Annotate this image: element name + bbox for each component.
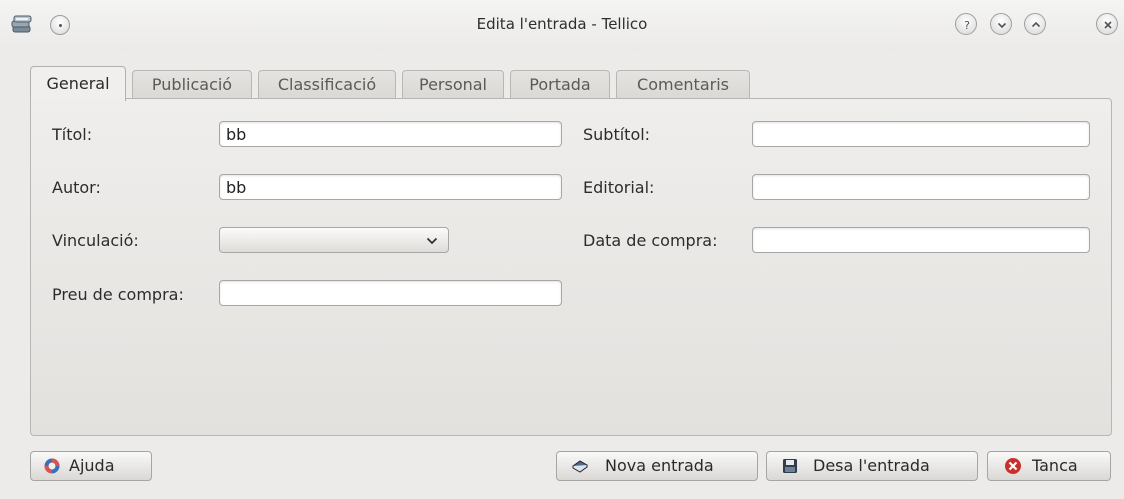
tab-general[interactable]: General bbox=[30, 66, 126, 101]
close-icon[interactable] bbox=[1096, 13, 1118, 35]
svg-text:?: ? bbox=[964, 19, 970, 31]
general-tab-panel bbox=[30, 98, 1112, 436]
editorial-label: Editorial: bbox=[583, 178, 655, 197]
chevron-down-icon bbox=[426, 237, 438, 245]
preu-compra-label: Preu de compra: bbox=[52, 285, 184, 304]
subtitol-field[interactable] bbox=[752, 121, 1090, 147]
subtitol-label: Subtítol: bbox=[583, 125, 651, 144]
data-compra-label: Data de compra: bbox=[583, 231, 718, 250]
vinculacio-select[interactable] bbox=[219, 227, 449, 253]
tab-portada[interactable]: Portada bbox=[510, 70, 610, 100]
autor-label: Autor: bbox=[52, 178, 101, 197]
tab-comentaris[interactable]: Comentaris bbox=[616, 70, 750, 100]
titol-label: Títol: bbox=[52, 125, 93, 144]
titol-field[interactable] bbox=[219, 121, 562, 147]
close-button[interactable]: Tanca bbox=[987, 451, 1111, 481]
editorial-field[interactable] bbox=[752, 174, 1090, 200]
close-button-label: Tanca bbox=[1032, 456, 1078, 475]
help-button[interactable]: Ajuda bbox=[30, 451, 152, 481]
help-lifebuoy-icon bbox=[44, 458, 60, 474]
help-button-label: Ajuda bbox=[69, 456, 115, 475]
new-entry-button[interactable]: Nova entrada bbox=[556, 451, 758, 481]
question-icon[interactable]: ? bbox=[955, 13, 977, 35]
save-entry-button[interactable]: Desa l'entrada bbox=[766, 451, 978, 481]
book-icon bbox=[572, 460, 588, 473]
cancel-icon bbox=[1005, 458, 1021, 474]
tab-personal[interactable]: Personal bbox=[402, 70, 504, 100]
tab-publicacio[interactable]: Publicació bbox=[132, 70, 252, 100]
minimize-icon[interactable] bbox=[990, 13, 1012, 35]
data-compra-field[interactable] bbox=[752, 227, 1090, 253]
maximize-icon[interactable] bbox=[1024, 13, 1046, 35]
autor-field[interactable] bbox=[219, 174, 562, 200]
title-bar: Edita l'entrada - Tellico ? bbox=[0, 0, 1124, 52]
new-entry-label: Nova entrada bbox=[605, 456, 714, 475]
tab-classificacio[interactable]: Classificació bbox=[258, 70, 396, 100]
save-entry-label: Desa l'entrada bbox=[813, 456, 930, 475]
preu-compra-field[interactable] bbox=[219, 280, 562, 306]
vinculacio-label: Vinculació: bbox=[52, 231, 139, 250]
save-disk-icon bbox=[783, 459, 797, 473]
